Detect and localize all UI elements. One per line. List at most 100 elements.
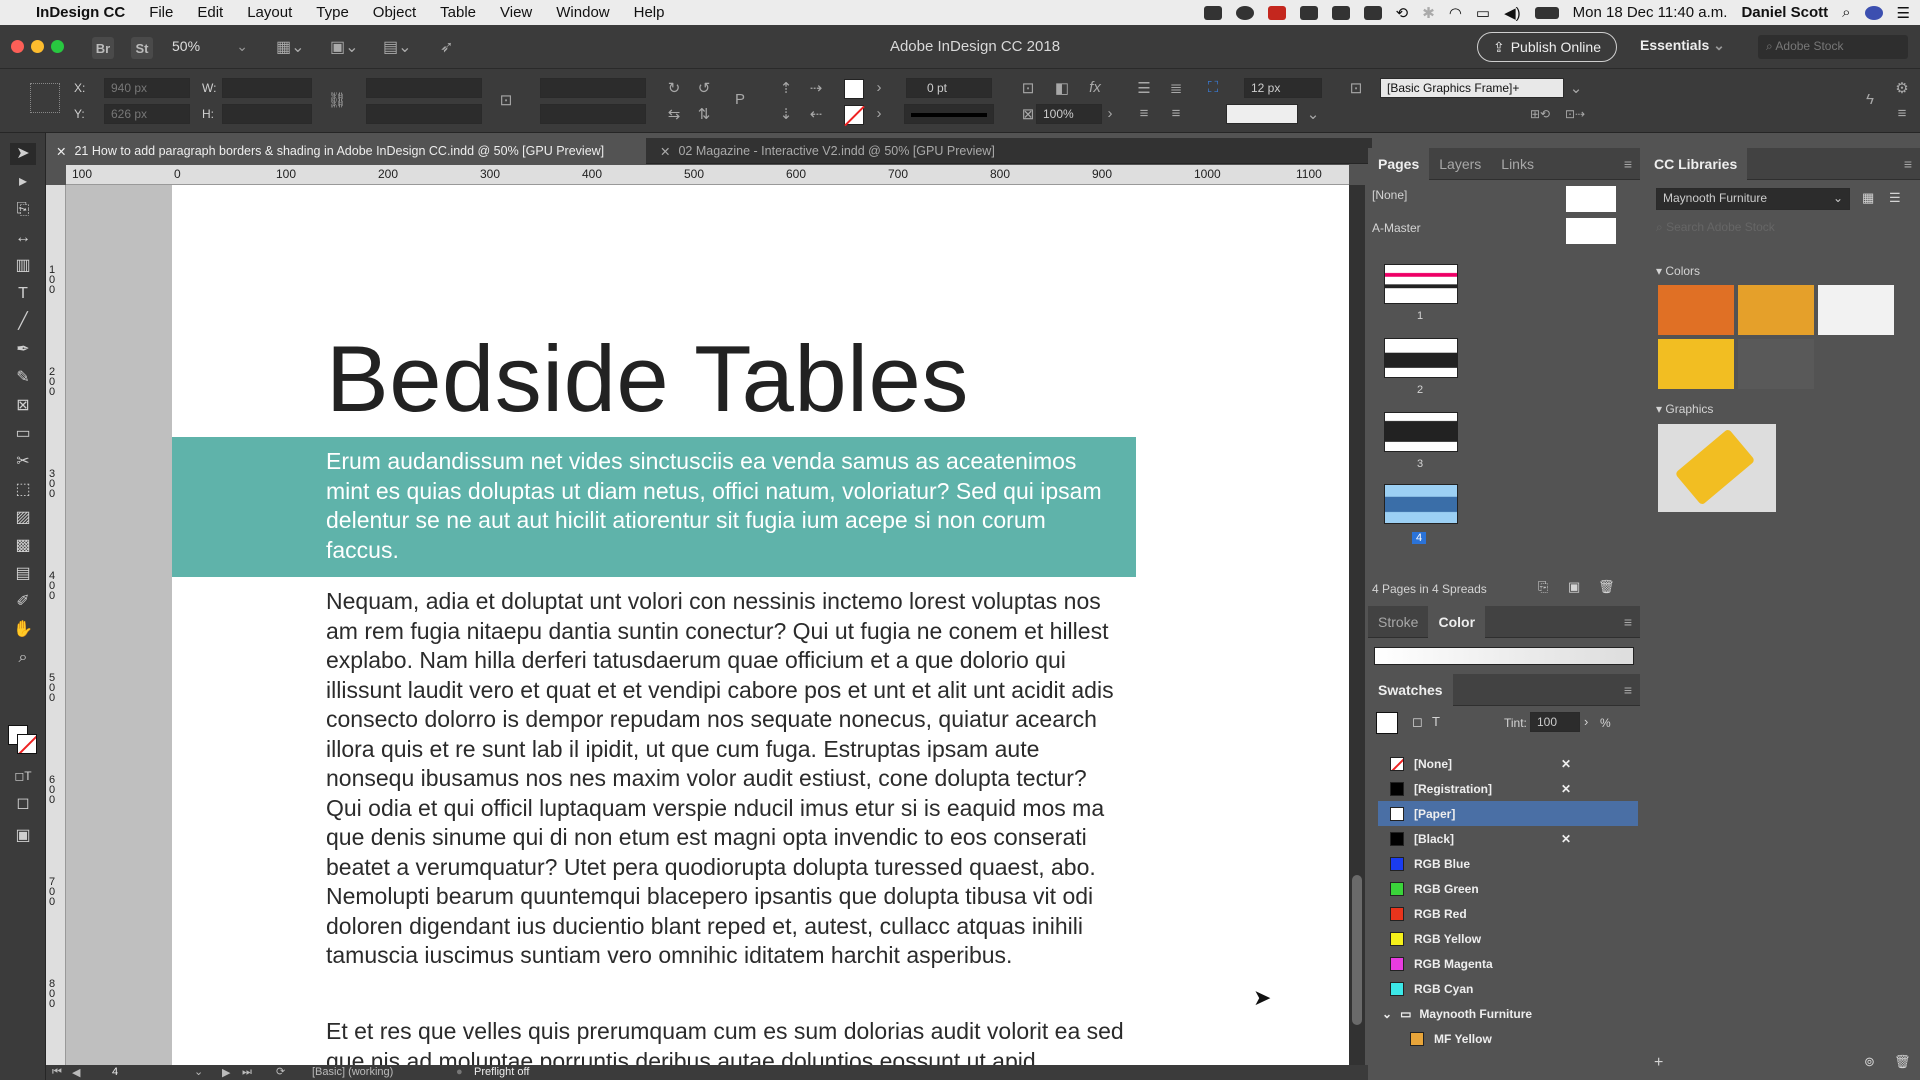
menu-view[interactable]: View: [488, 4, 544, 21]
swatch-rgb-cyan[interactable]: RGB Cyan: [1378, 976, 1638, 1001]
page-thumbnail-selected[interactable]: [1384, 484, 1458, 524]
formatting-affects-container-icon[interactable]: ◻T: [10, 765, 36, 787]
sync-icon[interactable]: ⟳: [276, 1065, 285, 1078]
auto-fit-icon[interactable]: ⛶: [1203, 79, 1223, 96]
wifi-icon[interactable]: ◠: [1449, 4, 1462, 22]
document-page[interactable]: Bedside Tables Erum audandissum net vide…: [172, 185, 1349, 1065]
style-status[interactable]: [Basic] (working): [312, 1066, 393, 1078]
spacing-field[interactable]: 12 px: [1244, 78, 1322, 98]
fill-stroke-proxy[interactable]: [1376, 712, 1398, 734]
chevron-down-icon[interactable]: ⌄: [1303, 105, 1323, 123]
fill-menu-arrow-icon[interactable]: ›: [869, 79, 889, 96]
swatch-registration[interactable]: [Registration] ✕: [1378, 776, 1638, 801]
stroke-menu-arrow-icon[interactable]: ›: [869, 105, 889, 122]
intro-paragraph[interactable]: Erum audandissum net vides sinctusciis e…: [326, 447, 1116, 565]
document-canvas[interactable]: Bedside Tables Erum audandissum net vide…: [66, 185, 1349, 1065]
fill-swatch[interactable]: [844, 79, 864, 99]
airplay-icon[interactable]: ▭: [1476, 4, 1490, 22]
next-page-icon[interactable]: ▶: [222, 1066, 230, 1079]
align-top-icon[interactable]: ☰: [1134, 79, 1154, 97]
shear-field[interactable]: [540, 104, 646, 124]
gradient-feather-tool-icon[interactable]: ▩: [10, 535, 36, 557]
siri-icon[interactable]: [1864, 5, 1883, 20]
flip-horizontal-icon[interactable]: ⇆: [664, 105, 684, 123]
page-thumbnail[interactable]: [1384, 338, 1458, 378]
apply-color-icon[interactable]: ◻: [10, 793, 36, 815]
pen-tool-icon[interactable]: ✒: [10, 339, 36, 361]
flip-icon[interactable]: P: [730, 91, 750, 108]
publish-rocket-icon[interactable]: ➶: [440, 37, 453, 57]
a-master-thumb[interactable]: [1566, 218, 1616, 244]
free-transform-tool-icon[interactable]: ⬚: [10, 479, 36, 501]
scissors-tool-icon[interactable]: ✂: [10, 451, 36, 473]
effects-fx-icon[interactable]: fx: [1085, 79, 1105, 96]
battery-icon[interactable]: [1534, 6, 1559, 19]
library-color-swatch[interactable]: [1658, 285, 1734, 335]
volume-icon[interactable]: ◀): [1504, 4, 1521, 22]
swatch-none[interactable]: [None] ✕: [1378, 751, 1638, 776]
horizontal-ruler[interactable]: 100 0 100 200 300 400 500 600 700 800 90…: [66, 165, 1349, 185]
screen-mode-tool-icon[interactable]: ▣: [10, 825, 36, 847]
menu-type[interactable]: Type: [304, 4, 361, 21]
library-color-swatch[interactable]: [1818, 285, 1894, 335]
selection-tool-icon[interactable]: ➤: [10, 143, 36, 165]
stroke-color-icon[interactable]: [17, 734, 37, 754]
grid-app-icon[interactable]: [1331, 5, 1350, 20]
x-position-field[interactable]: 940 px: [104, 78, 190, 98]
page-number-field[interactable]: 4: [112, 1066, 118, 1078]
library-select[interactable]: Maynooth Furniture ⌄: [1656, 188, 1850, 210]
pencil-tool-icon[interactable]: ✎: [10, 367, 36, 389]
opacity-icon[interactable]: ⊠: [1018, 105, 1038, 123]
first-page-icon[interactable]: ⏮: [52, 1066, 62, 1079]
frame-fitting-select[interactable]: [1226, 104, 1298, 124]
library-color-swatch[interactable]: [1738, 339, 1814, 389]
gap-tool-icon[interactable]: ↔: [10, 227, 36, 249]
tab-stroke[interactable]: Stroke: [1368, 614, 1428, 630]
rotate-cw-icon[interactable]: ↻: [664, 79, 684, 97]
library-color-swatch[interactable]: [1738, 285, 1814, 335]
spotlight-icon[interactable]: ⌕: [1842, 4, 1850, 21]
select-previous-icon[interactable]: ⇠: [806, 105, 826, 123]
menu-object[interactable]: Object: [361, 4, 428, 21]
gradient-swatch-tool-icon[interactable]: ▨: [10, 507, 36, 529]
previous-page-icon[interactable]: ◀: [72, 1066, 80, 1079]
type-tool-icon[interactable]: T: [10, 283, 36, 305]
scrollbar-thumb[interactable]: [1352, 875, 1362, 1025]
tab-active-document[interactable]: ✕ 21 How to add paragraph borders & shad…: [46, 138, 646, 164]
panel-menu-icon[interactable]: ≡: [1624, 682, 1640, 698]
body-paragraph[interactable]: Nequam, adia et doluptat unt volori con …: [326, 587, 1126, 971]
vertical-scrollbar[interactable]: [1349, 185, 1365, 1065]
library-color-swatch[interactable]: [1658, 339, 1734, 389]
page-thumbnail[interactable]: [1384, 264, 1458, 304]
panel-menu-icon[interactable]: ≡: [1904, 156, 1920, 172]
align-center-icon[interactable]: ≣: [1166, 79, 1186, 97]
bluetooth-icon[interactable]: ✱: [1422, 4, 1435, 22]
content-collector-icon[interactable]: ▥: [10, 255, 36, 277]
bridge-button[interactable]: Br: [92, 37, 114, 59]
rotation-field[interactable]: [540, 78, 646, 98]
zoom-level-select[interactable]: 50% ⌄: [172, 38, 252, 58]
preflight-status[interactable]: Preflight off: [474, 1066, 529, 1078]
scale-y-field[interactable]: [366, 104, 482, 124]
delete-icon[interactable]: 🗑: [1894, 1054, 1911, 1070]
flip-vertical-icon[interactable]: ⇅: [694, 105, 714, 123]
tab-color[interactable]: Color: [1428, 605, 1486, 638]
page-thumbnail[interactable]: [1384, 412, 1458, 452]
panel-menu-icon[interactable]: ≡: [1624, 614, 1640, 630]
menu-help[interactable]: Help: [622, 4, 677, 21]
menu-edit[interactable]: Edit: [185, 4, 235, 21]
swatch-paper[interactable]: [Paper]: [1378, 801, 1638, 826]
zoom-window-button[interactable]: [51, 40, 64, 53]
library-graphic-tag[interactable]: [1658, 424, 1776, 512]
rectangle-frame-tool-icon[interactable]: ⊠: [10, 395, 36, 417]
page-size-icon[interactable]: ⎘: [1538, 579, 1548, 595]
constrain-proportions-icon[interactable]: ⛓: [327, 91, 347, 109]
screen-mode-icon[interactable]: ▣⌄: [330, 37, 359, 57]
swatch-rgb-green[interactable]: RGB Green: [1378, 876, 1638, 901]
workspace-switcher[interactable]: Essentials ⌄: [1640, 37, 1725, 54]
swatch-group-maynooth[interactable]: ⌄ ▭ Maynooth Furniture: [1378, 1001, 1638, 1026]
chevron-down-icon[interactable]: ⌄: [1566, 79, 1586, 97]
select-content-icon[interactable]: ⇣: [776, 105, 796, 123]
eyedropper-tool-icon[interactable]: ✐: [10, 591, 36, 613]
direct-selection-tool-icon[interactable]: ▸: [10, 171, 36, 193]
